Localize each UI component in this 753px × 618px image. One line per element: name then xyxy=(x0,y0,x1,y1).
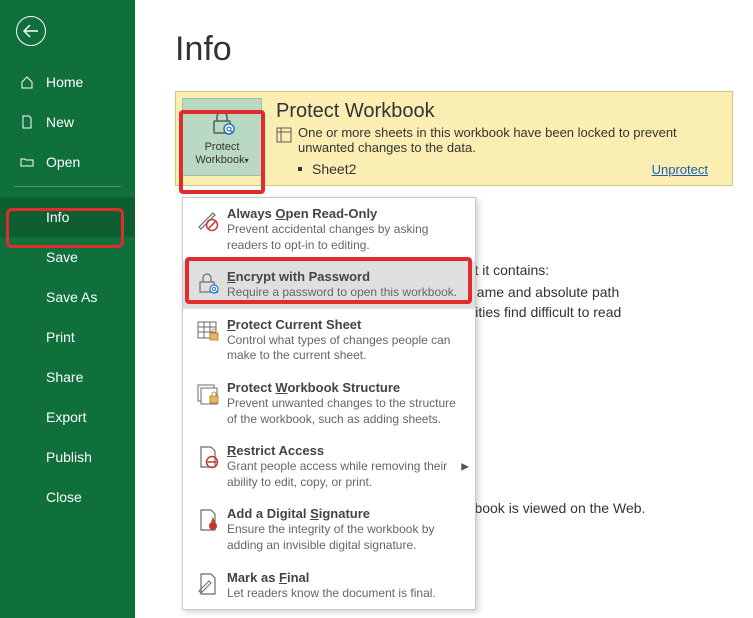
protect-workbook-menu: Always Open Read-Only Prevent accidental… xyxy=(182,197,476,610)
back-button[interactable] xyxy=(16,16,46,46)
protect-workbook-info: Protect Workbook One or more sheets in t… xyxy=(276,98,732,179)
menu-item-title: Protect Workbook Structure xyxy=(227,380,465,395)
main-pane: Info Protect Workbook▾ Protect Workbook … xyxy=(135,0,753,618)
backstage-sidebar: Home New Open Info Save Save As Print Sh… xyxy=(0,0,135,618)
page-title: Info xyxy=(175,30,753,69)
sheet-name: Sheet2 xyxy=(312,161,356,177)
menu-item-desc: Prevent unwanted changes to the structur… xyxy=(227,396,465,427)
sidebar-item-label: Save xyxy=(46,249,78,265)
sidebar-item-label: New xyxy=(46,114,74,130)
protect-workbook-button[interactable]: Protect Workbook▾ xyxy=(182,98,262,176)
signature-icon xyxy=(193,507,223,553)
sidebar-item-print[interactable]: Print xyxy=(0,317,135,357)
menu-item-desc: Grant people access while removing their… xyxy=(227,459,465,490)
menu-item-title: Restrict Access xyxy=(227,443,465,458)
sidebar-item-label: Print xyxy=(46,329,75,345)
encrypt-icon xyxy=(193,270,223,301)
sidebar-item-home[interactable]: Home xyxy=(0,62,135,102)
menu-item-desc: Let readers know the document is final. xyxy=(227,586,465,602)
protect-structure-icon xyxy=(193,381,223,427)
sidebar-item-label: Publish xyxy=(46,449,92,465)
menu-item-restrict-access[interactable]: Restrict Access Grant people access whil… xyxy=(183,435,475,498)
bullet-icon xyxy=(298,167,302,171)
menu-item-add-digital-signature[interactable]: Add a Digital Signature Ensure the integ… xyxy=(183,498,475,561)
menu-item-mark-as-final[interactable]: Mark as Final Let readers know the docum… xyxy=(183,562,475,610)
home-icon xyxy=(18,75,36,89)
readonly-icon xyxy=(193,207,223,253)
protect-workbook-panel: Protect Workbook▾ Protect Workbook One o… xyxy=(175,91,733,186)
menu-item-desc: Control what types of changes people can… xyxy=(227,333,465,364)
protect-heading: Protect Workbook xyxy=(276,100,722,123)
menu-item-desc: Ensure the integrity of the workbook by … xyxy=(227,522,465,553)
sidebar-item-publish[interactable]: Publish xyxy=(0,437,135,477)
sidebar-item-label: Home xyxy=(46,74,83,90)
unprotect-link[interactable]: Unprotect xyxy=(652,162,708,177)
sidebar-item-info[interactable]: Info xyxy=(0,197,135,237)
menu-item-title: Add a Digital Signature xyxy=(227,506,465,521)
sidebar-item-label: Open xyxy=(46,154,80,170)
sidebar-item-label: Share xyxy=(46,369,83,385)
sidebar-item-label: Close xyxy=(46,489,82,505)
menu-item-always-open-readonly[interactable]: Always Open Read-Only Prevent accidental… xyxy=(183,198,475,261)
sidebar-item-close[interactable]: Close xyxy=(0,477,135,517)
document-icon xyxy=(18,115,36,129)
lock-icon xyxy=(207,107,237,137)
menu-item-title: Mark as Final xyxy=(227,570,465,585)
protect-workbook-caption: Protect Workbook▾ xyxy=(195,141,248,167)
protect-sheet-icon xyxy=(193,318,223,364)
sidebar-item-saveas[interactable]: Save As xyxy=(0,277,135,317)
sidebar-item-share[interactable]: Share xyxy=(0,357,135,397)
separator xyxy=(14,186,121,187)
protect-message: One or more sheets in this workbook have… xyxy=(298,125,722,155)
chevron-right-icon: ▶ xyxy=(461,461,469,472)
menu-item-encrypt-password[interactable]: Encrypt with Password Require a password… xyxy=(183,261,475,309)
restrict-access-icon xyxy=(193,444,223,490)
browser-view-text: orkbook is viewed on the Web. xyxy=(455,500,645,516)
inspect-info-text: that it contains: name and absolute path… xyxy=(455,262,621,322)
menu-item-protect-current-sheet[interactable]: Protect Current Sheet Control what types… xyxy=(183,309,475,372)
sidebar-item-open[interactable]: Open xyxy=(0,142,135,182)
sidebar-item-label: Save As xyxy=(46,289,97,305)
sidebar-item-save[interactable]: Save xyxy=(0,237,135,277)
menu-item-title: Always Open Read-Only xyxy=(227,206,465,221)
menu-item-protect-workbook-structure[interactable]: Protect Workbook Structure Prevent unwan… xyxy=(183,372,475,435)
mark-final-icon xyxy=(193,571,223,602)
menu-item-desc: Require a password to open this workbook… xyxy=(227,285,465,301)
menu-item-title: Protect Current Sheet xyxy=(227,317,465,332)
folder-open-icon xyxy=(18,155,36,169)
sidebar-item-export[interactable]: Export xyxy=(0,397,135,437)
menu-item-title: Encrypt with Password xyxy=(227,269,465,284)
sidebar-item-label: Export xyxy=(46,409,86,425)
sidebar-item-label: Info xyxy=(46,209,69,225)
menu-item-desc: Prevent accidental changes by asking rea… xyxy=(227,222,465,253)
sidebar-item-new[interactable]: New xyxy=(0,102,135,142)
sheet-icon xyxy=(276,127,292,155)
